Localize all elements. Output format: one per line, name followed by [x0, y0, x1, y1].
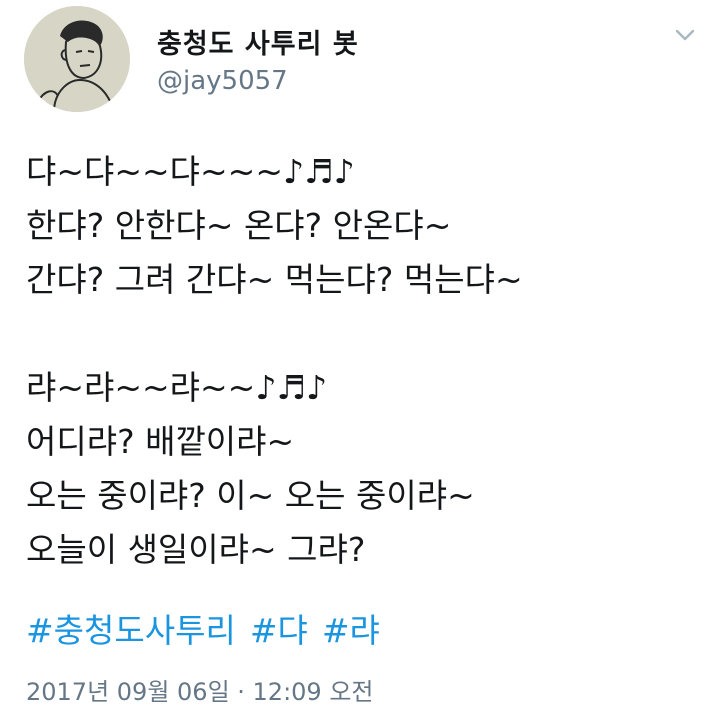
hashtag-row: #충청도사투리 #댜 #랴: [26, 604, 394, 658]
tweet-timestamp: 2017년 09월 06일 · 12:09 오전: [26, 678, 374, 706]
display-name[interactable]: 충청도 사투리 봇: [157, 22, 359, 61]
tweet-header: 충청도 사투리 봇 @jay5057: [0, 0, 720, 120]
tweet-line: 오는 중이랴? 이~ 오는 중이랴~: [26, 476, 475, 515]
hashtag-link[interactable]: #랴: [322, 611, 380, 650]
tweet-line: 댜~댜~~댜~~~♪♬♪: [26, 152, 355, 191]
hashtag-link[interactable]: #댜: [250, 611, 308, 650]
tweet-line: 간댜? 그려 간댜~ 먹는댜? 먹는댜~: [26, 260, 523, 299]
chevron-down-icon[interactable]: [672, 24, 698, 46]
hashtag-link[interactable]: #충청도사투리: [26, 611, 236, 650]
user-handle[interactable]: @jay5057: [157, 66, 288, 96]
tweet-line: 오늘이 생일이랴~ 그랴?: [26, 530, 366, 569]
tweet-line: 한댜? 안한댜~ 온댜? 안온댜~: [26, 206, 452, 245]
avatar[interactable]: [24, 6, 130, 112]
tweet-line: 어디랴? 배깥이랴~: [26, 422, 295, 461]
tweet-text: 댜~댜~~댜~~~♪♬♪ 한댜? 안한댜~ 온댜? 안온댜~ 간댜? 그려 간댜…: [26, 145, 706, 577]
tweet-line: 랴~랴~~랴~~♪♬♪: [26, 368, 328, 407]
cartoon-man-avatar-icon: [24, 6, 130, 112]
